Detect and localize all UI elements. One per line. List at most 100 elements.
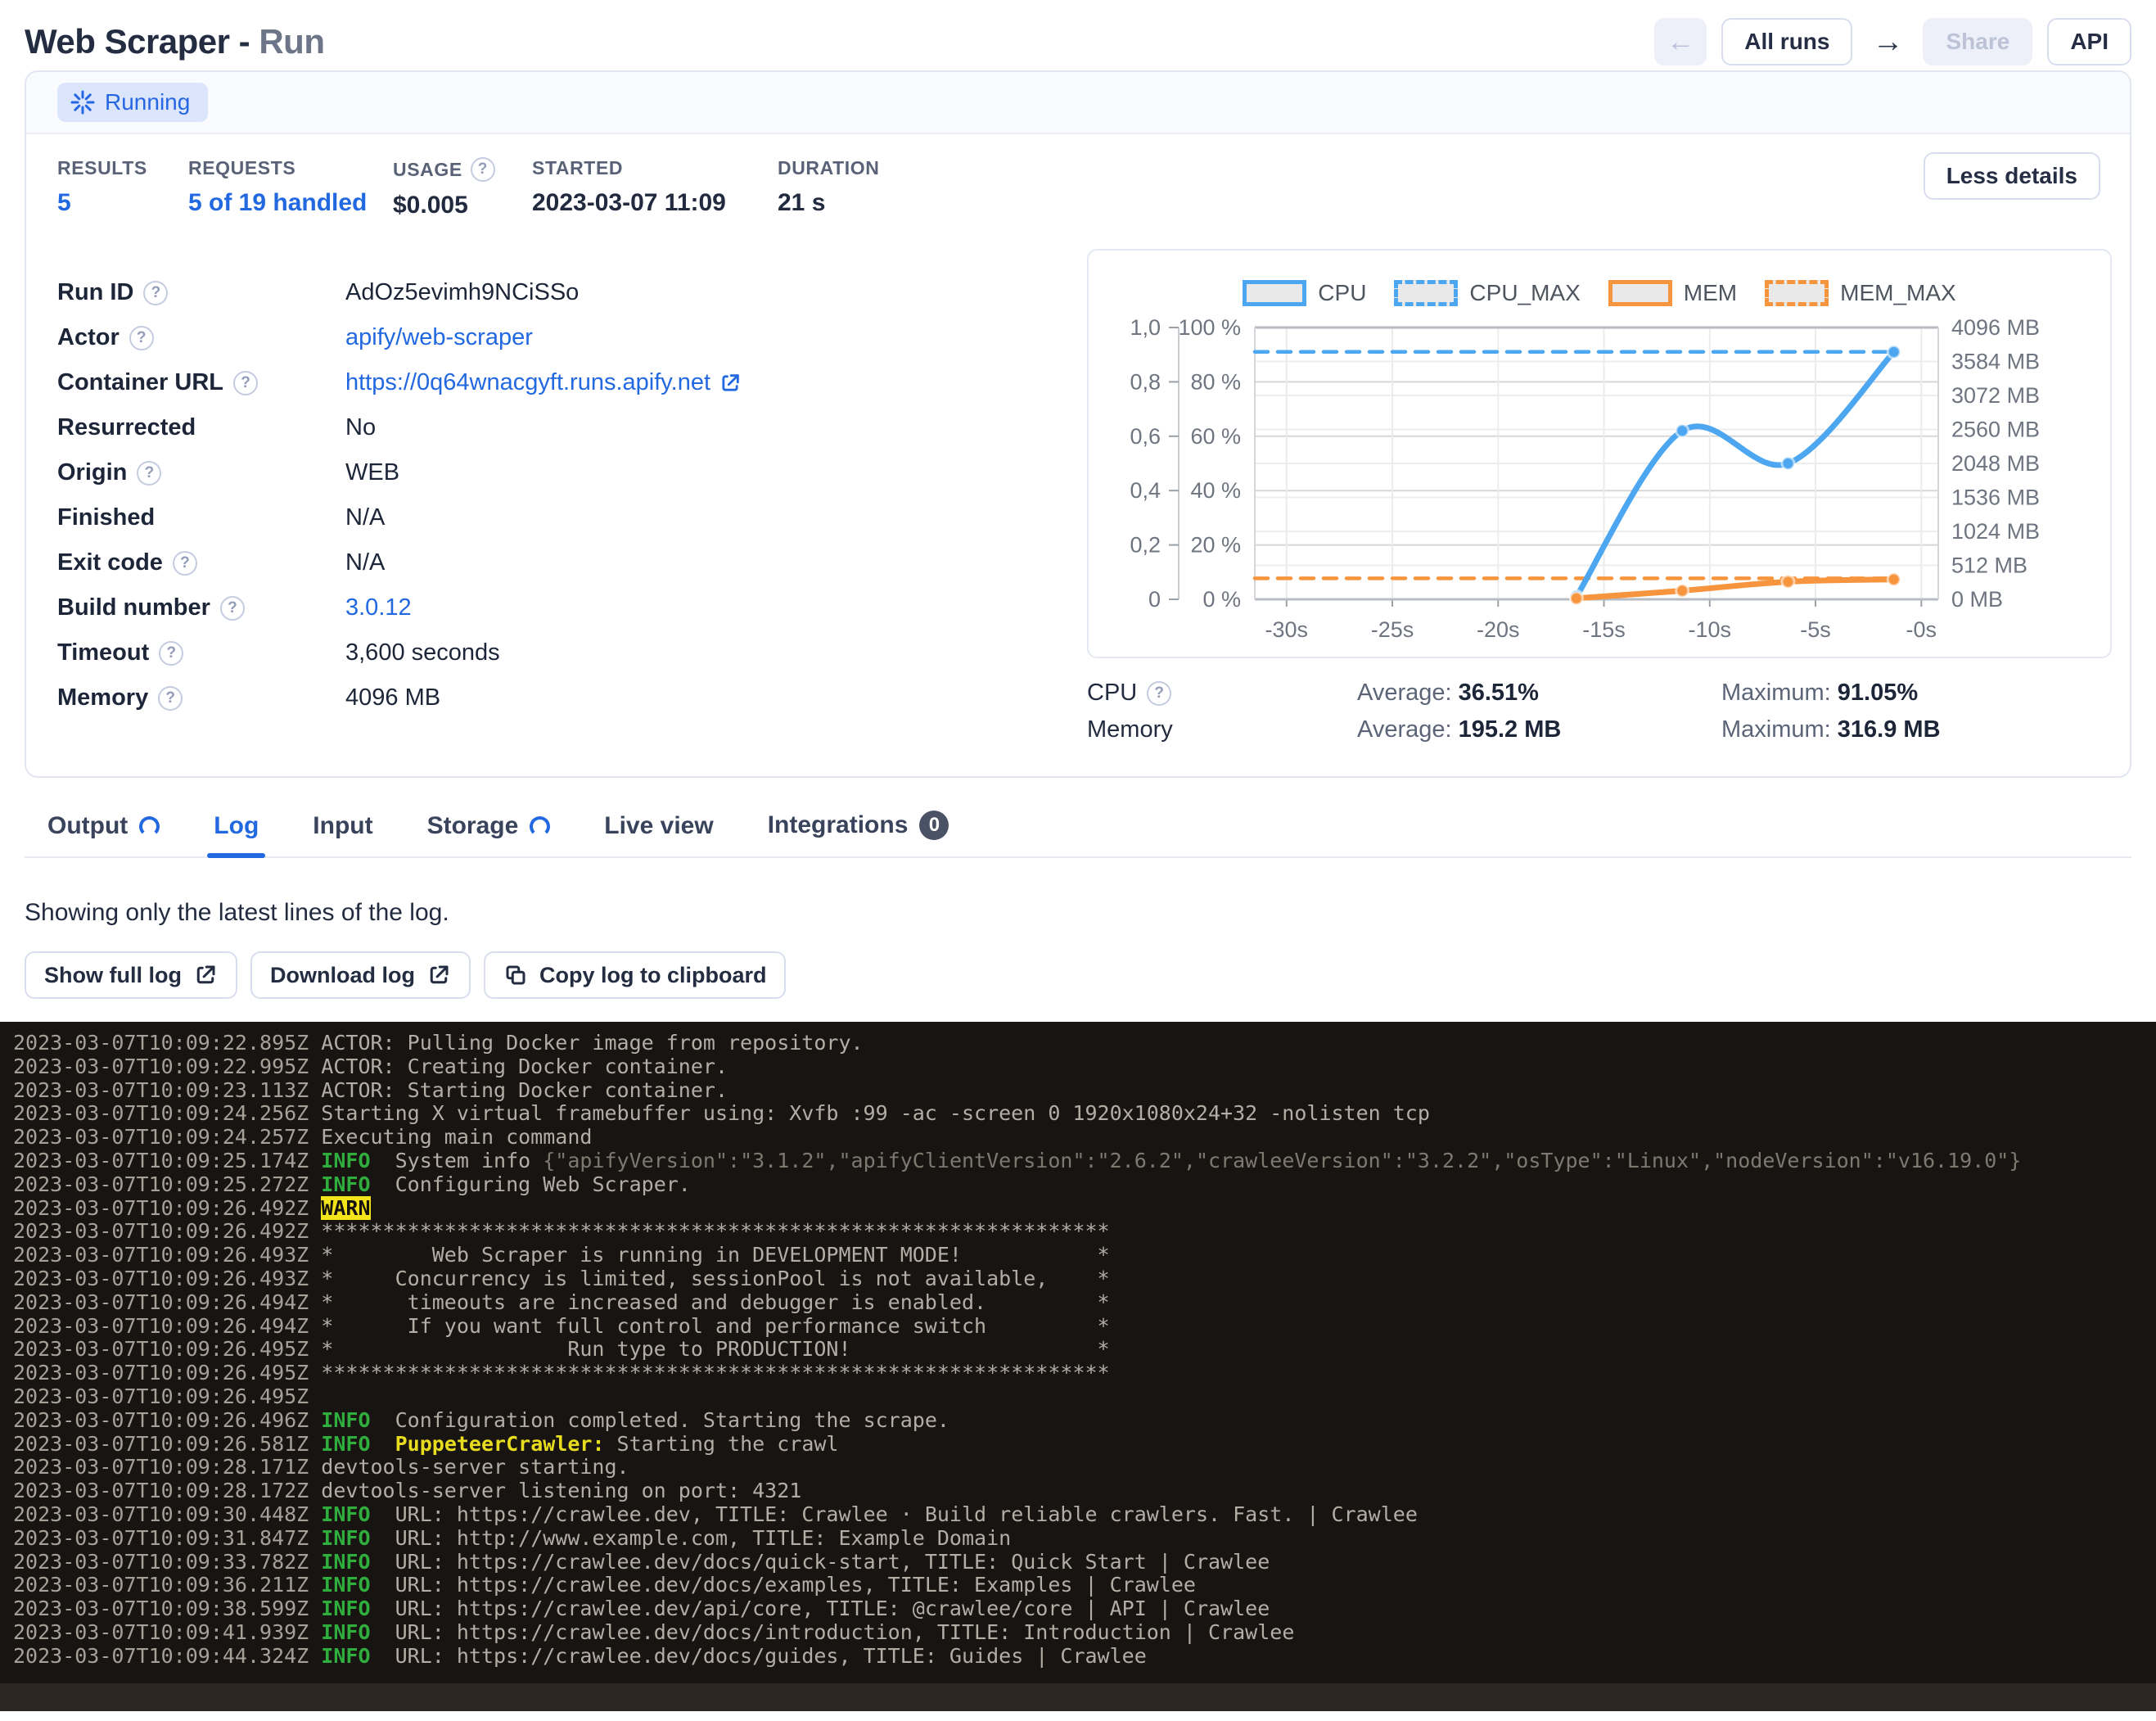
- copy-log-to-clipboard-button[interactable]: Copy log to clipboard: [484, 951, 787, 999]
- svg-text:2048 MB: 2048 MB: [1951, 451, 2040, 476]
- metrics-column: CPUCPU_MAXMEMMEM_MAX -30s-25s-20s-15s-10…: [1087, 249, 2112, 748]
- tab-output[interactable]: Output: [47, 812, 160, 856]
- top-actions: ← All runs → Share API: [1654, 18, 2131, 65]
- tab-label: Log: [214, 812, 259, 840]
- run-card-body: Run ID?AdOz5evimh9NCiSSoActor?apify/web-…: [26, 241, 2130, 776]
- status-badge: Running: [57, 83, 208, 122]
- run-card: Running RESULTS5REQUESTS5 of 19 handledU…: [25, 70, 2131, 778]
- api-button[interactable]: API: [2047, 18, 2131, 65]
- legend-item-cpu-max[interactable]: CPU_MAX: [1394, 280, 1580, 306]
- legend-item-mem-max[interactable]: MEM_MAX: [1765, 280, 1956, 306]
- run-page: Web Scraper - Run ← All runs → Share API: [0, 0, 2156, 999]
- legend-item-cpu[interactable]: CPU: [1243, 280, 1366, 306]
- log-notice: Showing only the latest lines of the log…: [25, 899, 2131, 927]
- svg-text:0 %: 0 %: [1202, 587, 1241, 612]
- log-line: 2023-03-07T10:09:41.939Z INFO URL: https…: [13, 1621, 2156, 1645]
- log-line: 2023-03-07T10:09:44.324Z INFO URL: https…: [13, 1645, 2156, 1669]
- legend-label: CPU_MAX: [1469, 280, 1580, 306]
- run-details-list: Run ID?AdOz5evimh9NCiSSoActor?apify/web-…: [57, 249, 1087, 748]
- help-icon[interactable]: ?: [159, 641, 183, 666]
- svg-text:-5s: -5s: [1800, 617, 1831, 642]
- tab-live-view[interactable]: Live view: [604, 812, 713, 856]
- legend-item-mem[interactable]: MEM: [1608, 280, 1737, 306]
- summary-maximum: Maximum: 316.9 MB: [1721, 716, 2112, 743]
- cpu-memory-chart: -30s-25s-20s-15s-10s-5s-0s1,00,80,60,40,…: [1103, 311, 2092, 653]
- svg-text:1024 MB: 1024 MB: [1951, 519, 2040, 544]
- previous-run-button[interactable]: ←: [1654, 18, 1707, 65]
- svg-text:0,4: 0,4: [1130, 478, 1161, 503]
- help-icon[interactable]: ?: [173, 551, 197, 576]
- tab-label: Integrations: [768, 811, 909, 839]
- log-buttons: Show full log Download log Copy log to cli…: [25, 951, 2131, 999]
- copy-icon: [503, 963, 528, 987]
- arrow-right-icon: →: [1872, 25, 1903, 59]
- all-runs-button[interactable]: All runs: [1721, 18, 1852, 65]
- detail-label: Actor?: [57, 324, 345, 351]
- tab-label: Live view: [604, 812, 713, 840]
- next-run-button[interactable]: →: [1867, 25, 1908, 60]
- svg-text:-20s: -20s: [1477, 617, 1520, 642]
- detail-label: Finished: [57, 504, 345, 531]
- stat-results: RESULTS5: [57, 157, 188, 217]
- help-icon[interactable]: ?: [233, 371, 258, 395]
- page-title: Web Scraper - Run: [25, 22, 324, 61]
- stat-value: 21 s: [778, 189, 941, 217]
- log-line: 2023-03-07T10:09:38.599Z INFO URL: https…: [13, 1597, 2156, 1621]
- tab-label: Storage: [427, 812, 519, 840]
- tab-storage[interactable]: Storage: [427, 812, 551, 856]
- help-icon[interactable]: ?: [1147, 681, 1171, 706]
- help-icon[interactable]: ?: [129, 326, 154, 350]
- less-details-button[interactable]: Less details: [1924, 152, 2100, 200]
- detail-label: Resurrected: [57, 414, 345, 441]
- stat-label: DURATION: [778, 157, 941, 179]
- log-console[interactable]: 2023-03-07T10:09:22.895Z ACTOR: Pulling …: [0, 1022, 2156, 1711]
- help-icon[interactable]: ?: [143, 281, 168, 305]
- log-line: 2023-03-07T10:09:26.495Z: [13, 1385, 2156, 1409]
- tab-integrations[interactable]: Integrations0: [768, 811, 949, 856]
- stat-value[interactable]: 5 of 19 handled: [188, 189, 393, 217]
- svg-text:-25s: -25s: [1371, 617, 1414, 642]
- help-icon[interactable]: ?: [220, 596, 245, 621]
- legend-swatch-icon: [1765, 280, 1829, 306]
- tab-input[interactable]: Input: [313, 812, 372, 856]
- detail-label: Run ID?: [57, 279, 345, 306]
- button-label: Copy log to clipboard: [539, 963, 767, 988]
- detail-value[interactable]: 3.0.12: [345, 594, 412, 621]
- svg-text:0,6: 0,6: [1130, 424, 1161, 449]
- help-icon[interactable]: ?: [158, 686, 183, 711]
- metrics-summary: CPU?Average: 36.51%Maximum: 91.05%Memory…: [1087, 675, 2112, 748]
- legend-swatch-icon: [1394, 280, 1458, 306]
- page-title-separator: -: [230, 22, 259, 61]
- detail-value[interactable]: https://0q64wnacgyft.runs.apify.net: [345, 369, 742, 396]
- log-line: 2023-03-07T10:09:24.256Z Starting X virt…: [13, 1102, 2156, 1126]
- log-line: 2023-03-07T10:09:36.211Z INFO URL: https…: [13, 1574, 2156, 1597]
- log-line: 2023-03-07T10:09:26.496Z INFO Configurat…: [13, 1409, 2156, 1433]
- log-line: 2023-03-07T10:09:23.113Z ACTOR: Starting…: [13, 1079, 2156, 1103]
- svg-text:4096 MB: 4096 MB: [1951, 315, 2040, 340]
- svg-text:0: 0: [1148, 587, 1161, 612]
- download-log-button[interactable]: Download log: [250, 951, 471, 999]
- summary-maximum: Maximum: 91.05%: [1721, 680, 2112, 707]
- stat-requests: REQUESTS5 of 19 handled: [188, 157, 393, 217]
- legend-label: MEM: [1684, 280, 1737, 306]
- help-icon[interactable]: ?: [137, 461, 161, 486]
- help-icon[interactable]: ?: [471, 157, 495, 182]
- stat-value[interactable]: 5: [57, 189, 188, 217]
- svg-text:100 %: 100 %: [1178, 315, 1241, 340]
- log-line: 2023-03-07T10:09:26.495Z * Run type to P…: [13, 1338, 2156, 1362]
- svg-text:60 %: 60 %: [1190, 424, 1241, 449]
- detail-row-memory: Memory?4096 MB: [57, 675, 1087, 720]
- detail-value: No: [345, 414, 376, 441]
- detail-label: Timeout?: [57, 639, 345, 666]
- log-horizontal-scrollbar[interactable]: [0, 1683, 2156, 1711]
- detail-value[interactable]: apify/web-scraper: [345, 324, 533, 351]
- log-line: 2023-03-07T10:09:25.174Z INFO System inf…: [13, 1150, 2156, 1173]
- spinner-icon: [70, 90, 95, 115]
- show-full-log-button[interactable]: Show full log: [25, 951, 237, 999]
- share-button[interactable]: Share: [1923, 18, 2032, 65]
- loading-spinner-icon: [139, 816, 160, 837]
- run-status-strip: Running: [26, 72, 2130, 134]
- log-line: 2023-03-07T10:09:22.895Z ACTOR: Pulling …: [13, 1032, 2156, 1055]
- summary-average: Average: 195.2 MB: [1357, 716, 1721, 743]
- tab-log[interactable]: Log: [214, 812, 259, 856]
